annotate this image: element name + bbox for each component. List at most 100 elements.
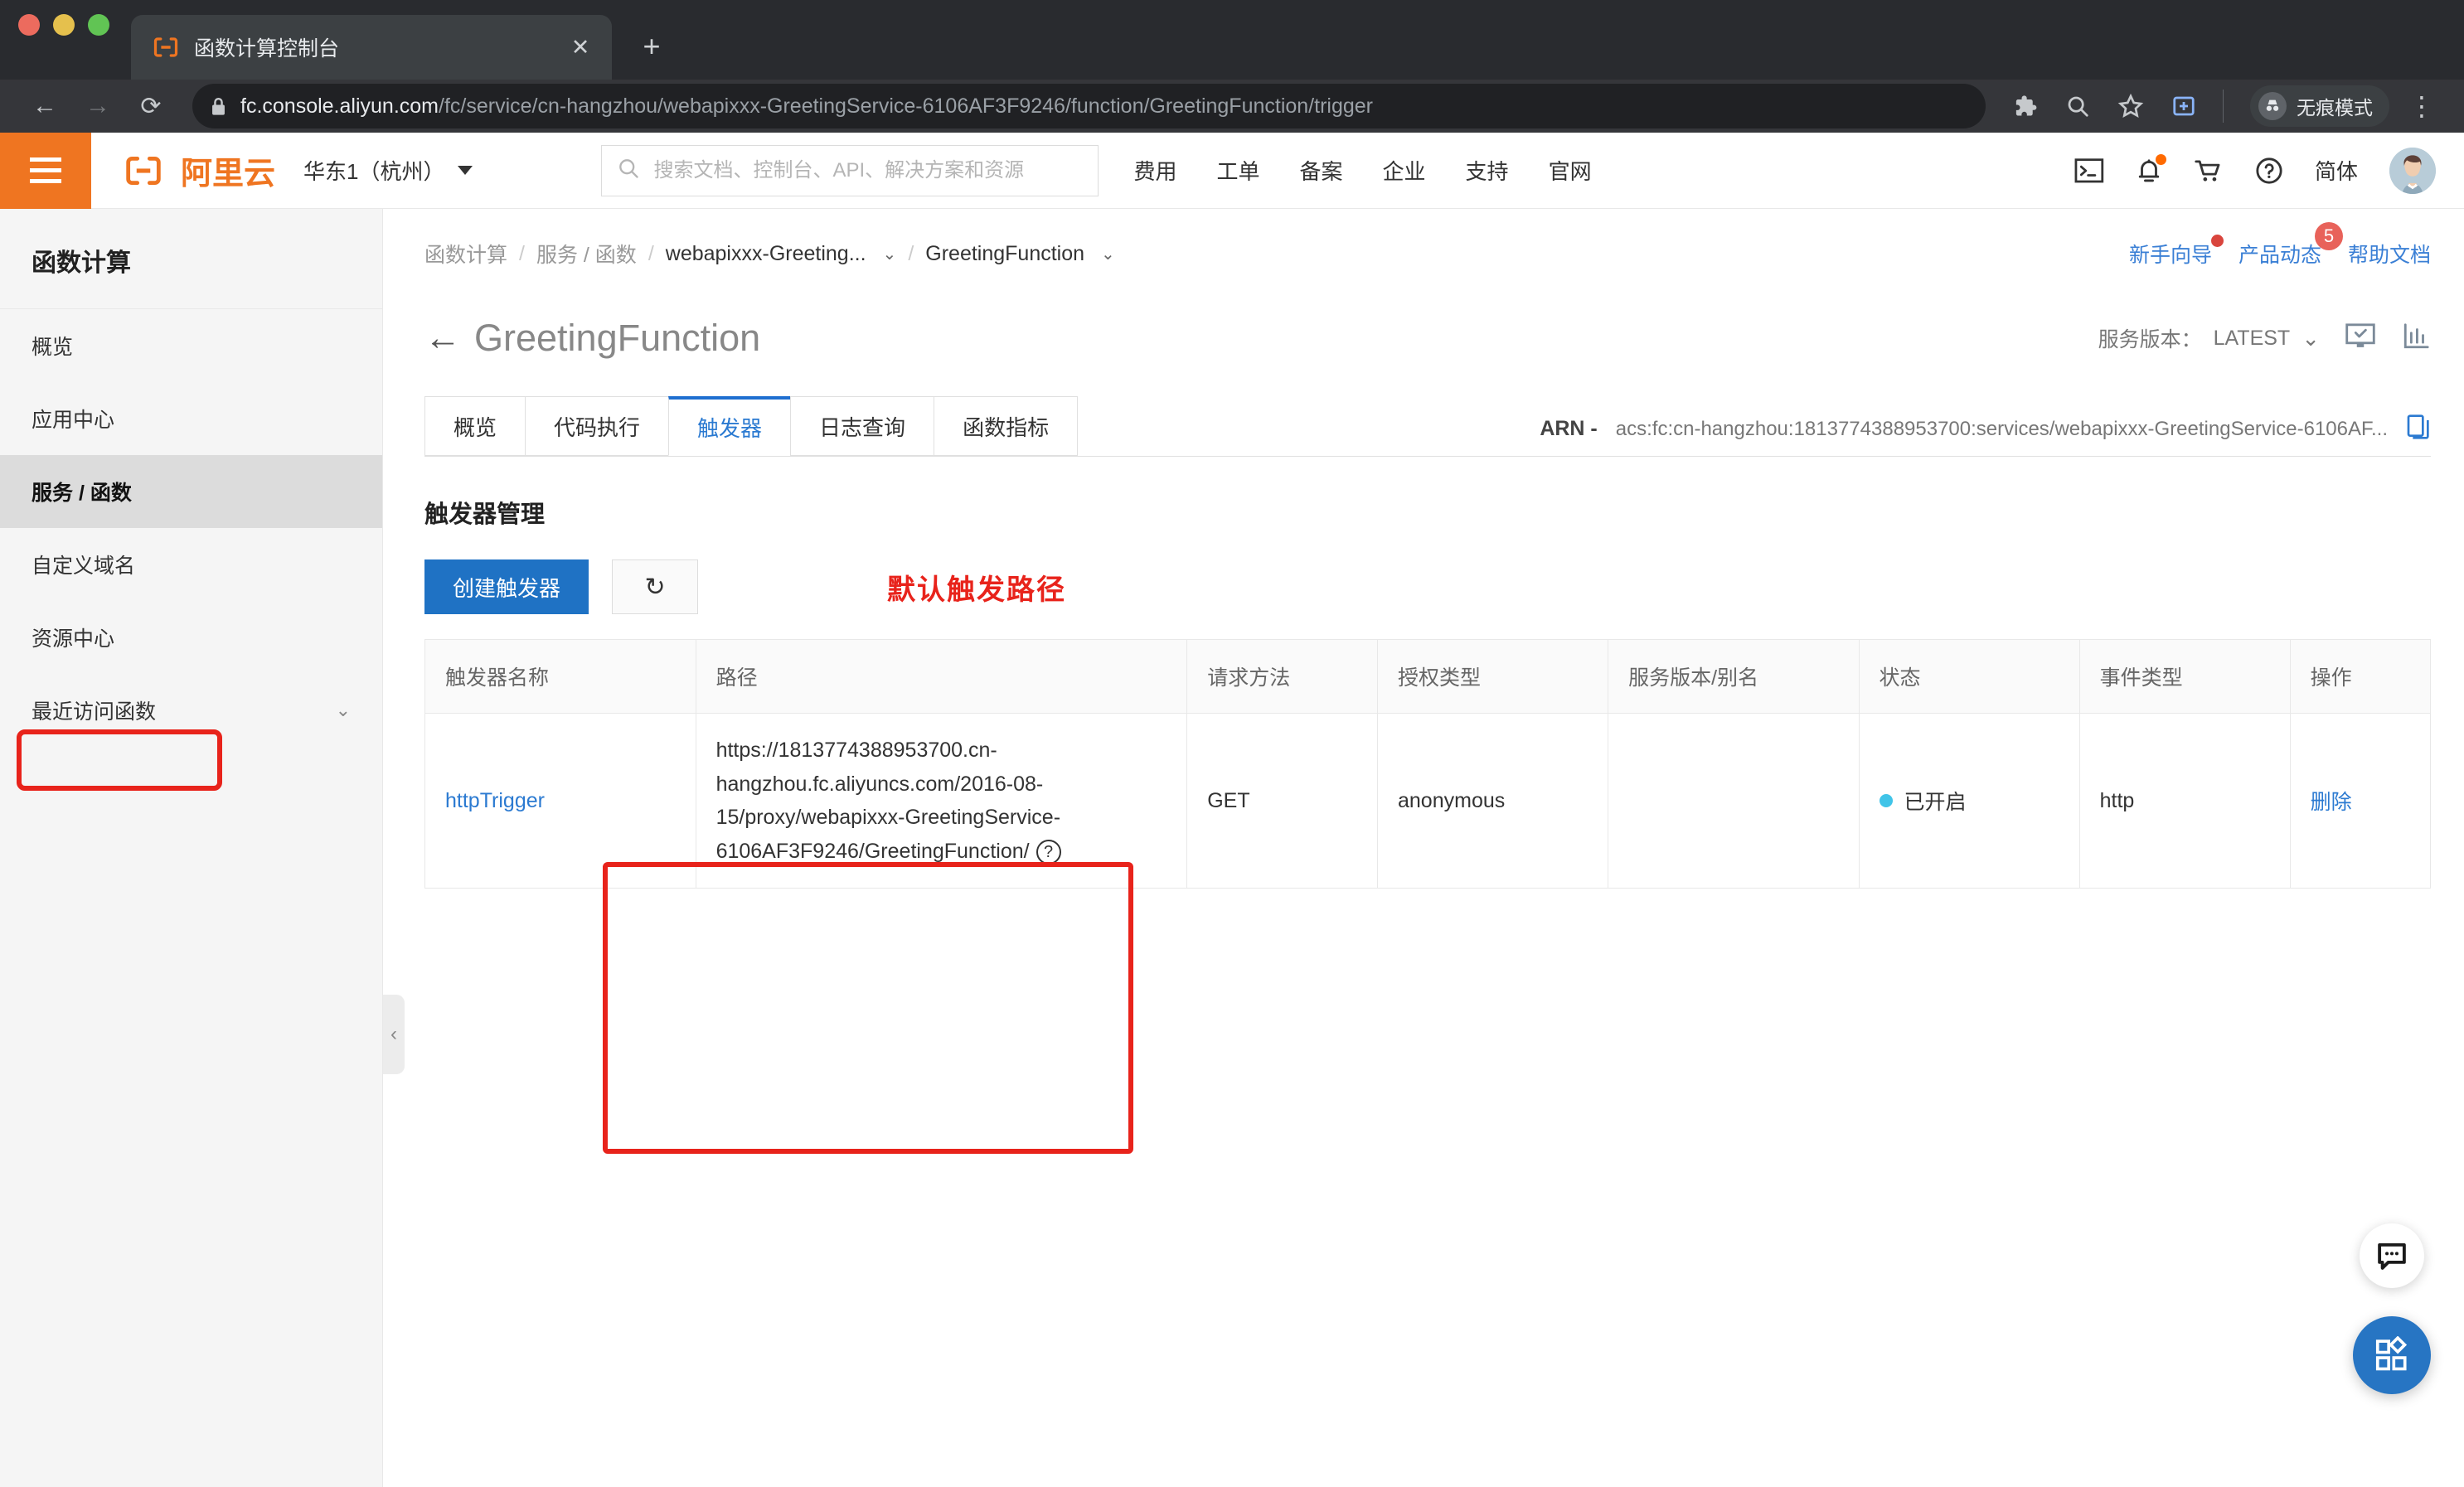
close-window-button[interactable] xyxy=(18,14,40,36)
breadcrumb-item-3[interactable]: GreetingFunction xyxy=(925,242,1084,266)
chat-bubble-icon[interactable] xyxy=(2360,1223,2424,1288)
search-in-page-icon[interactable] xyxy=(2057,85,2098,127)
beginner-guide-link[interactable]: 新手向导 xyxy=(2128,235,2224,269)
browser-tabstrip: 函数计算控制台 ✕ + xyxy=(0,0,2464,80)
breadcrumb-separator: / xyxy=(519,241,525,265)
sidebar-item-overview[interactable]: 概览 xyxy=(0,309,382,382)
tab-code-execution[interactable]: 代码执行 xyxy=(525,396,669,456)
terminal-icon[interactable] xyxy=(2074,157,2104,184)
annotation-highlight-path-column xyxy=(603,862,1133,1154)
reload-icon[interactable]: ⟳ xyxy=(128,83,174,129)
product-updates-label: 产品动态 xyxy=(2238,244,2321,267)
chevron-down-icon xyxy=(458,166,473,175)
breadcrumb-item-2[interactable]: webapixxx-Greeting... xyxy=(666,242,866,266)
apps-grid-icon[interactable] xyxy=(2353,1316,2431,1394)
browser-tab-title: 函数计算控制台 xyxy=(194,37,340,61)
sidebar-item-recent-functions[interactable]: 最近访问函数 ⌄ xyxy=(0,674,382,747)
tab-triggers[interactable]: 触发器 xyxy=(668,396,791,456)
back-icon[interactable]: ← xyxy=(22,83,68,129)
create-trigger-button[interactable]: 创建触发器 xyxy=(424,559,589,614)
header-nav-item-5[interactable]: 官网 xyxy=(1549,155,1592,186)
chevron-down-icon[interactable]: ⌄ xyxy=(883,244,897,264)
breadcrumb-item-1[interactable]: 服务 / 函数 xyxy=(536,239,637,269)
new-tab-button[interactable]: + xyxy=(633,31,670,61)
help-icon[interactable]: ? xyxy=(1036,839,1061,865)
back-icon[interactable]: ← xyxy=(424,320,461,356)
sidebar-item-resource-center[interactable]: 资源中心 xyxy=(0,601,382,674)
region-label: 华东1（杭州） xyxy=(303,159,445,184)
service-version-value: LATEST xyxy=(2213,326,2291,350)
header-nav-item-3[interactable]: 企业 xyxy=(1383,155,1426,186)
breadcrumb-item-0[interactable]: 函数计算 xyxy=(424,239,507,269)
product-updates-link[interactable]: 产品动态 5 xyxy=(2238,222,2343,269)
avatar[interactable] xyxy=(2389,147,2436,194)
delete-trigger-link[interactable]: 删除 xyxy=(2311,791,2352,814)
page-title: GreetingFunction xyxy=(474,317,761,359)
address-bar[interactable]: fc.console.aliyun.com/fc/service/cn-hang… xyxy=(192,84,1986,128)
service-version-selector[interactable]: 服务版本： LATEST ⌄ xyxy=(2098,323,2320,353)
bar-chart-icon[interactable] xyxy=(2401,322,2431,355)
column-header-path[interactable]: 路径 xyxy=(695,639,1188,714)
copy-icon[interactable] xyxy=(2406,414,2431,444)
cell-request-method: GET xyxy=(1186,713,1378,889)
tab-overview[interactable]: 概览 xyxy=(424,396,526,456)
cart-icon[interactable] xyxy=(2194,157,2224,184)
cell-actions: 删除 xyxy=(2289,713,2432,889)
bookmark-star-icon[interactable] xyxy=(2110,85,2151,127)
trigger-name-link[interactable]: httpTrigger xyxy=(445,789,545,812)
language-selector[interactable]: 简体 xyxy=(2315,155,2358,186)
trigger-path-text: https://1813774388953700.cn-hangzhou.fc.… xyxy=(715,739,1061,863)
browser-menu-icon[interactable]: ⋮ xyxy=(2401,85,2442,127)
browser-tab[interactable]: 函数计算控制台 ✕ xyxy=(131,15,612,80)
aliyun-logo-text: 阿里云 xyxy=(181,157,276,191)
column-header-trigger-name[interactable]: 触发器名称 xyxy=(424,639,696,714)
bell-icon[interactable] xyxy=(2136,153,2166,185)
tab-log-query[interactable]: 日志查询 xyxy=(790,396,934,456)
sidebar-item-app-center[interactable]: 应用中心 xyxy=(0,382,382,455)
search-input[interactable] xyxy=(653,158,1084,182)
maximize-window-button[interactable] xyxy=(88,14,109,36)
header-actions: 简体 xyxy=(2074,147,2464,194)
column-header-service-version[interactable]: 服务版本/别名 xyxy=(1608,639,1860,714)
column-header-actions[interactable]: 操作 xyxy=(2289,639,2432,714)
aliyun-logo-icon xyxy=(153,34,179,61)
share-icon[interactable] xyxy=(2163,85,2205,127)
search-icon xyxy=(617,157,640,184)
chevron-down-icon[interactable]: ⌄ xyxy=(1101,244,1115,264)
menu-hamburger-icon[interactable] xyxy=(0,132,91,209)
extension-puzzle-icon[interactable] xyxy=(2004,85,2045,127)
header-nav-item-1[interactable]: 工单 xyxy=(1217,155,1260,186)
tab-label: 代码执行 xyxy=(554,414,641,440)
incognito-indicator[interactable]: 无痕模式 xyxy=(2250,85,2389,127)
refresh-button[interactable]: ↻ xyxy=(612,559,699,614)
tab-function-metrics[interactable]: 函数指标 xyxy=(934,396,1079,456)
help-docs-link[interactable]: 帮助文档 xyxy=(2348,239,2431,269)
sidebar-collapse-handle[interactable]: ‹ xyxy=(383,995,405,1074)
sidebar-item-custom-domain[interactable]: 自定义域名 xyxy=(0,528,382,601)
region-selector[interactable]: 华东1（杭州） xyxy=(303,155,473,186)
column-header-auth-type[interactable]: 授权类型 xyxy=(1376,639,1609,714)
column-header-event-type[interactable]: 事件类型 xyxy=(2078,639,2291,714)
address-bar-url: fc.console.aliyun.com/fc/service/cn-hang… xyxy=(240,94,1373,119)
incognito-icon xyxy=(2258,92,2287,120)
beginner-guide-label: 新手向导 xyxy=(2128,244,2212,267)
header-nav-item-2[interactable]: 备案 xyxy=(1300,155,1343,186)
sidebar-item-services-functions[interactable]: 服务 / 函数 xyxy=(0,455,382,528)
arn-value: acs:fc:cn-hangzhou:1813774388953700:serv… xyxy=(1615,417,2388,440)
lock-icon xyxy=(211,97,227,116)
help-icon[interactable] xyxy=(2255,157,2283,185)
header-nav-item-0[interactable]: 费用 xyxy=(1133,155,1176,186)
column-header-status[interactable]: 状态 xyxy=(1858,639,2080,714)
monitor-check-icon[interactable] xyxy=(2345,322,2376,355)
sidebar-item-label: 最近访问函数 xyxy=(32,700,157,724)
aliyun-brand-logo[interactable]: 阿里云 xyxy=(118,148,275,193)
forward-icon[interactable]: → xyxy=(75,83,121,129)
minimize-window-button[interactable] xyxy=(53,14,75,36)
cell-trigger-name: httpTrigger xyxy=(424,713,696,889)
header-nav-item-4[interactable]: 支持 xyxy=(1466,155,1509,186)
global-search-box[interactable] xyxy=(601,144,1099,196)
close-icon[interactable]: ✕ xyxy=(564,36,597,59)
service-version-label: 服务版本： xyxy=(2098,328,2202,351)
column-header-request-method[interactable]: 请求方法 xyxy=(1186,639,1378,714)
notification-badge-dot xyxy=(2155,153,2166,165)
